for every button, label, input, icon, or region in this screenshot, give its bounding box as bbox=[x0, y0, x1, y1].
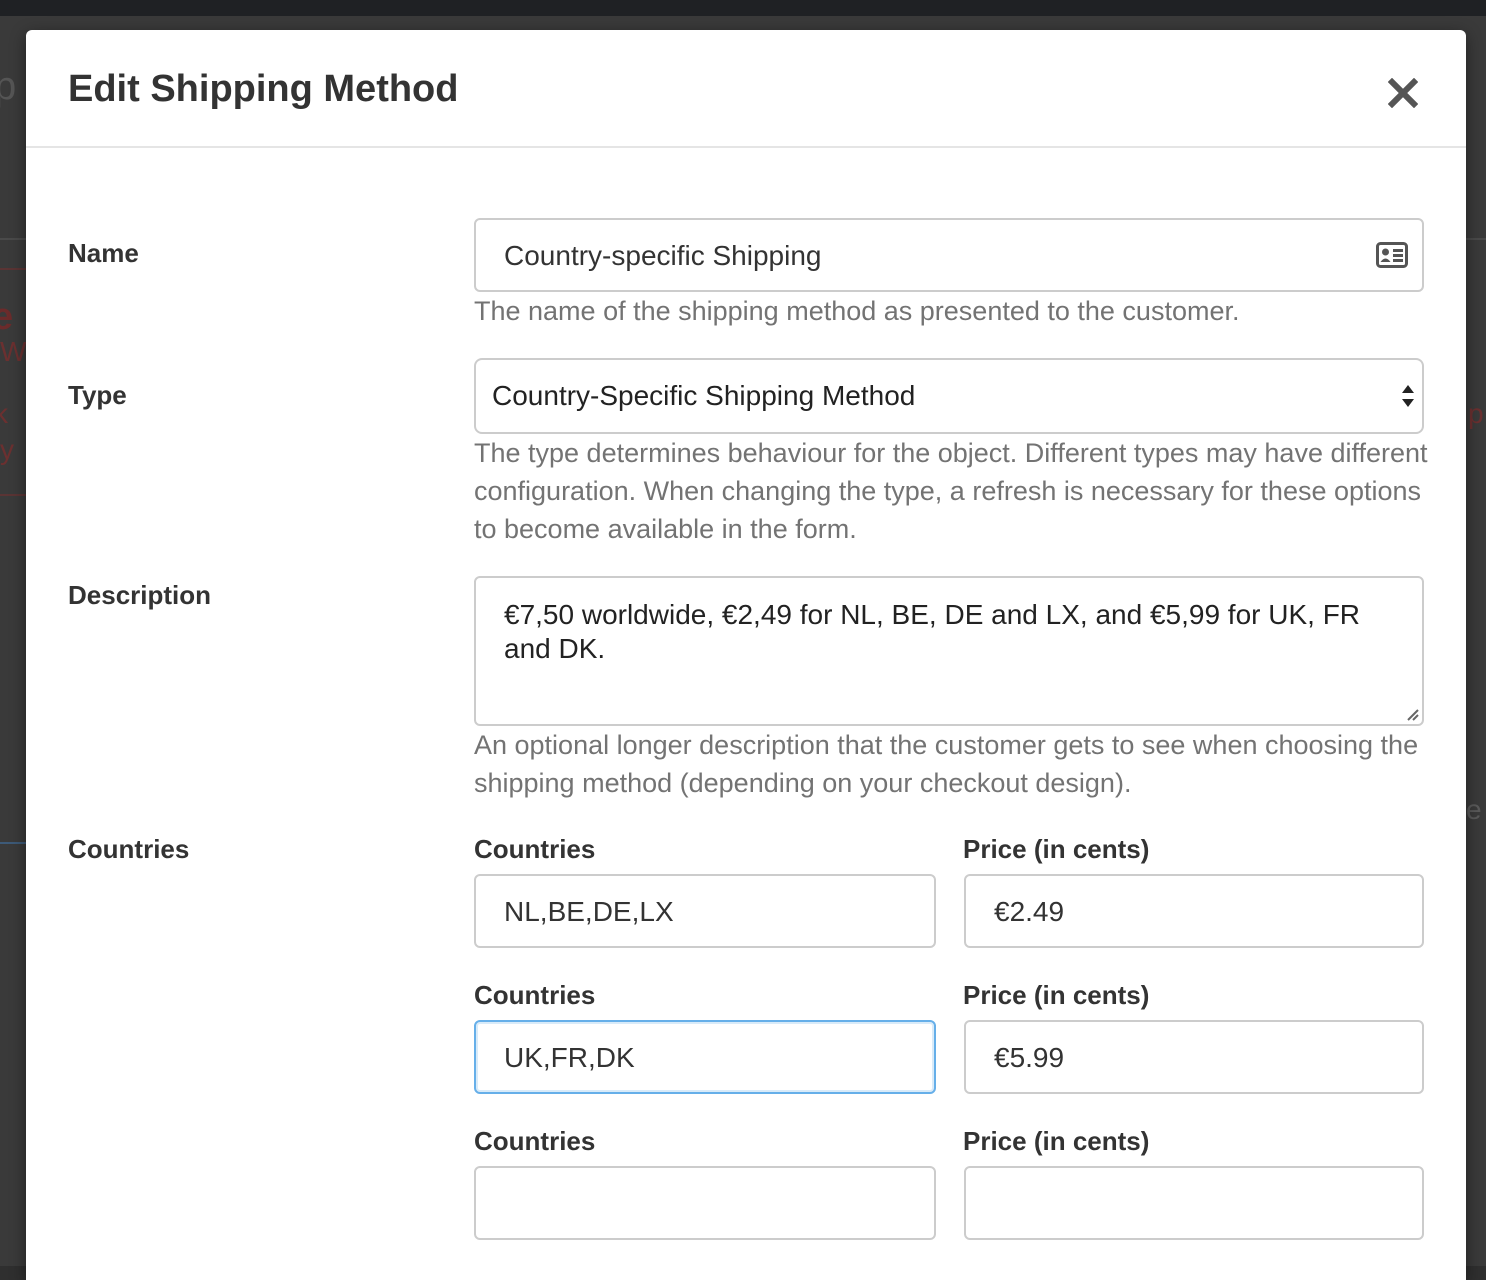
price-input-value: €5.99 bbox=[994, 1042, 1065, 1073]
name-input[interactable]: Country-specific Shipping bbox=[474, 218, 1424, 292]
backdrop-fragment: e bbox=[1466, 794, 1482, 825]
backdrop-divider bbox=[1466, 238, 1486, 240]
price-input[interactable] bbox=[964, 1166, 1424, 1240]
description-help-text: An optional longer description that the … bbox=[474, 730, 1419, 798]
modal-header: Edit Shipping Method bbox=[26, 30, 1466, 148]
price-sub-label: Price (in cents) bbox=[963, 980, 1150, 1010]
backdrop-divider bbox=[0, 842, 26, 844]
countries-input-value: UK,FR,DK bbox=[504, 1042, 635, 1073]
type-help-text: The type determines behaviour for the ob… bbox=[474, 438, 1428, 544]
description-label: Description bbox=[68, 580, 212, 610]
edit-shipping-modal: Edit Shipping Method Name Country-specif… bbox=[26, 30, 1466, 1280]
backdrop-fragment: p bbox=[0, 64, 17, 108]
countries-input[interactable]: UK,FR,DK bbox=[474, 1020, 936, 1094]
backdrop-fragment: k bbox=[0, 398, 8, 429]
modal-title: Edit Shipping Method bbox=[68, 68, 459, 110]
countries-sub-label: Countries bbox=[474, 1126, 596, 1156]
description-value: €7,50 worldwide, €2,49 for NL, BE, DE an… bbox=[504, 599, 1361, 664]
price-input[interactable]: €2.49 bbox=[964, 874, 1424, 948]
resize-handle-icon[interactable] bbox=[1404, 706, 1420, 722]
backdrop-divider bbox=[0, 268, 26, 270]
type-select-value: Country-Specific Shipping Method bbox=[492, 380, 916, 411]
backdrop-top-bar bbox=[0, 0, 1486, 16]
countries-input-value: NL,BE,DE,LX bbox=[504, 896, 674, 927]
name-label: Name bbox=[68, 238, 139, 268]
name-help-text: The name of the shipping method as prese… bbox=[474, 296, 1240, 326]
select-arrows-icon bbox=[1402, 385, 1414, 407]
countries-input[interactable] bbox=[474, 1166, 936, 1240]
countries-input[interactable]: NL,BE,DE,LX bbox=[474, 874, 936, 948]
contact-card-icon bbox=[1376, 242, 1408, 268]
price-sub-label: Price (in cents) bbox=[963, 1126, 1150, 1156]
countries-sub-label: Countries bbox=[474, 980, 596, 1010]
type-label: Type bbox=[68, 380, 127, 410]
type-select[interactable]: Country-Specific Shipping Method bbox=[474, 358, 1424, 434]
description-textarea[interactable]: €7,50 worldwide, €2,49 for NL, BE, DE an… bbox=[474, 576, 1424, 726]
backdrop-fragment: e bbox=[0, 296, 14, 338]
backdrop-fragment: y bbox=[0, 434, 14, 465]
close-button[interactable] bbox=[1388, 74, 1426, 112]
price-input[interactable]: €5.99 bbox=[964, 1020, 1424, 1094]
backdrop-divider bbox=[0, 494, 26, 496]
price-sub-label: Price (in cents) bbox=[963, 834, 1150, 864]
countries-label: Countries bbox=[68, 834, 190, 864]
name-input-value: Country-specific Shipping bbox=[504, 240, 822, 271]
backdrop-divider bbox=[0, 238, 26, 240]
price-input-value: €2.49 bbox=[994, 896, 1065, 927]
backdrop-fragment: p bbox=[1468, 398, 1484, 429]
close-icon bbox=[1388, 78, 1418, 108]
countries-sub-label: Countries bbox=[474, 834, 596, 864]
backdrop-fragment: W bbox=[0, 336, 27, 367]
